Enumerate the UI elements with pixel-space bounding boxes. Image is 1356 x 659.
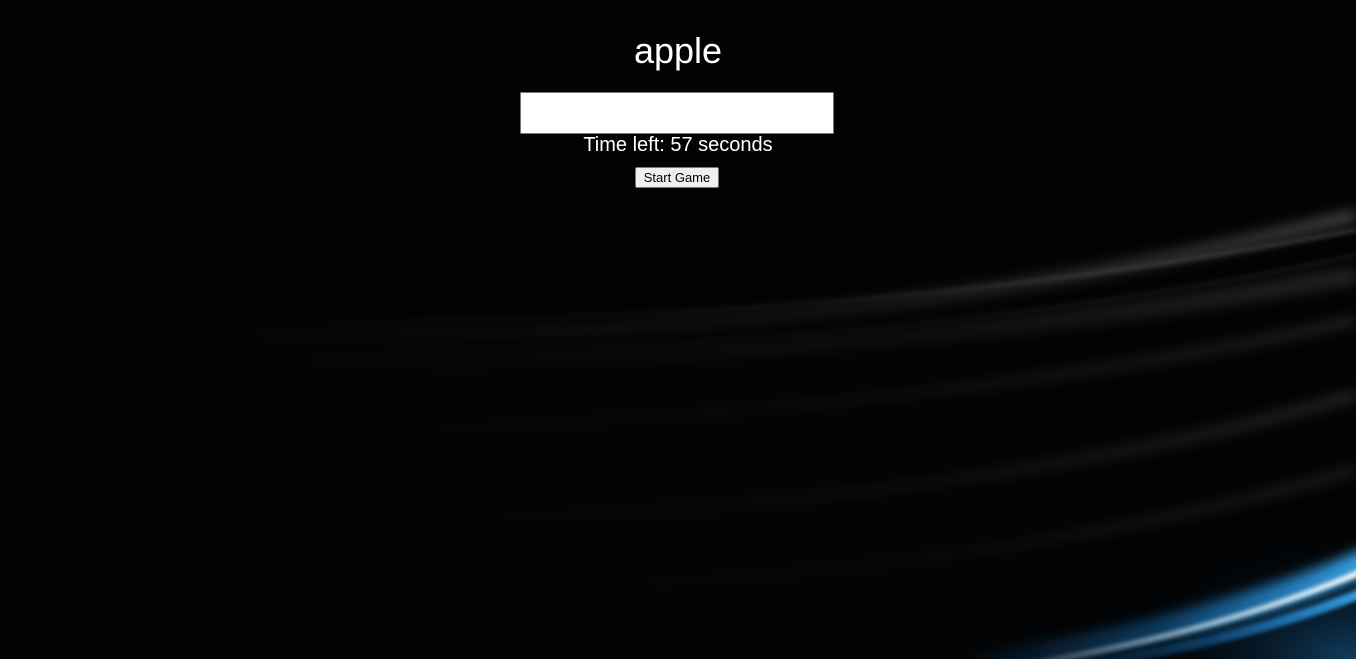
time-left-text: Time left: 57 seconds: [583, 134, 773, 156]
word-input[interactable]: [520, 92, 834, 134]
start-game-button[interactable]: Start Game: [635, 167, 719, 188]
game-page: apple Time left: 57 seconds Start Game: [0, 0, 1356, 659]
target-word: apple: [633, 30, 723, 71]
